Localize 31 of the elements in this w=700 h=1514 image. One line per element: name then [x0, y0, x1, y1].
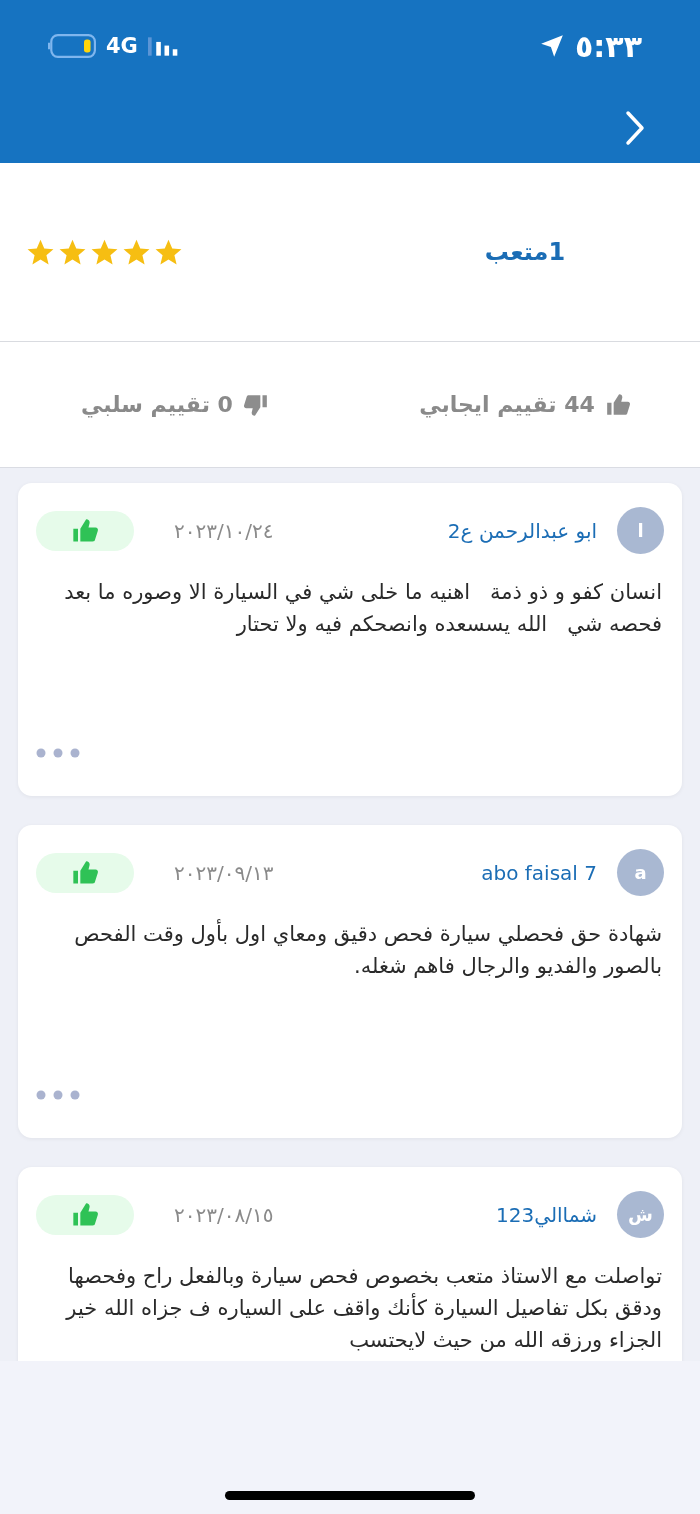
star-icon — [122, 237, 151, 267]
star-icon — [90, 237, 119, 267]
thumbs-up-icon — [604, 391, 631, 418]
profile-name: 1متعب — [484, 238, 566, 266]
thumbs-up-icon — [71, 1200, 99, 1229]
author-name[interactable]: شماالي123 — [293, 1202, 597, 1227]
thumbs-up-icon — [71, 858, 99, 887]
thumbs-up-icon — [71, 516, 99, 545]
avatar: ش — [617, 1191, 664, 1238]
avatar: ا — [617, 507, 664, 554]
rating-count: 44 تقييم ايجابي — [419, 392, 595, 417]
back-icon[interactable] — [625, 109, 645, 146]
review-text: انسان كفو و ذو ذمة اهنيه ما خلى شي في السيارة الا وصوره ما بعد فحصه شي الله يسسعده وانصحكم فيه ولا تحتار — [63, 579, 663, 638]
review-date: ٢٠٢٣/١٠/٢٤ — [174, 518, 274, 543]
star-icon — [154, 237, 183, 267]
author-name[interactable]: abo faisal 7 — [293, 860, 597, 885]
author-name[interactable]: ابو عبدالرحمن ع2 — [293, 518, 597, 543]
battery-icon — [48, 34, 96, 58]
more-icon[interactable] — [36, 748, 80, 758]
review-text: شهادة حق فحصلي سيارة فحص دقيق ومعاي اول بأول وقت الفحص بالصور والفديو والرجال فاهم شغله. — [36, 918, 664, 982]
clock-time: ٥:٣٣ — [575, 28, 642, 64]
review-text: تواصلت مع الاستاذ متعب بخصوص فحص سيارة وبالفعل راح وفحصها ودقق بكل تفاصيل السيارة كأنك واقف على السياره ف جزاه الله خير الجزاء ورزقه الله من حيث لايحتسب — [64, 1263, 663, 1354]
review-date: ٢٠٢٣/٠٩/١٣ — [174, 860, 274, 885]
network-label: 4G — [106, 34, 138, 58]
review-date: ٢٠٢٣/٠٨/١٥ — [174, 1202, 274, 1227]
star-icon — [26, 237, 55, 267]
location-icon — [539, 33, 566, 59]
more-icon[interactable] — [36, 1090, 80, 1100]
star-icon — [58, 237, 87, 267]
avatar: a — [617, 849, 664, 896]
rating-count: 0 تقييم سلبي — [81, 392, 233, 417]
